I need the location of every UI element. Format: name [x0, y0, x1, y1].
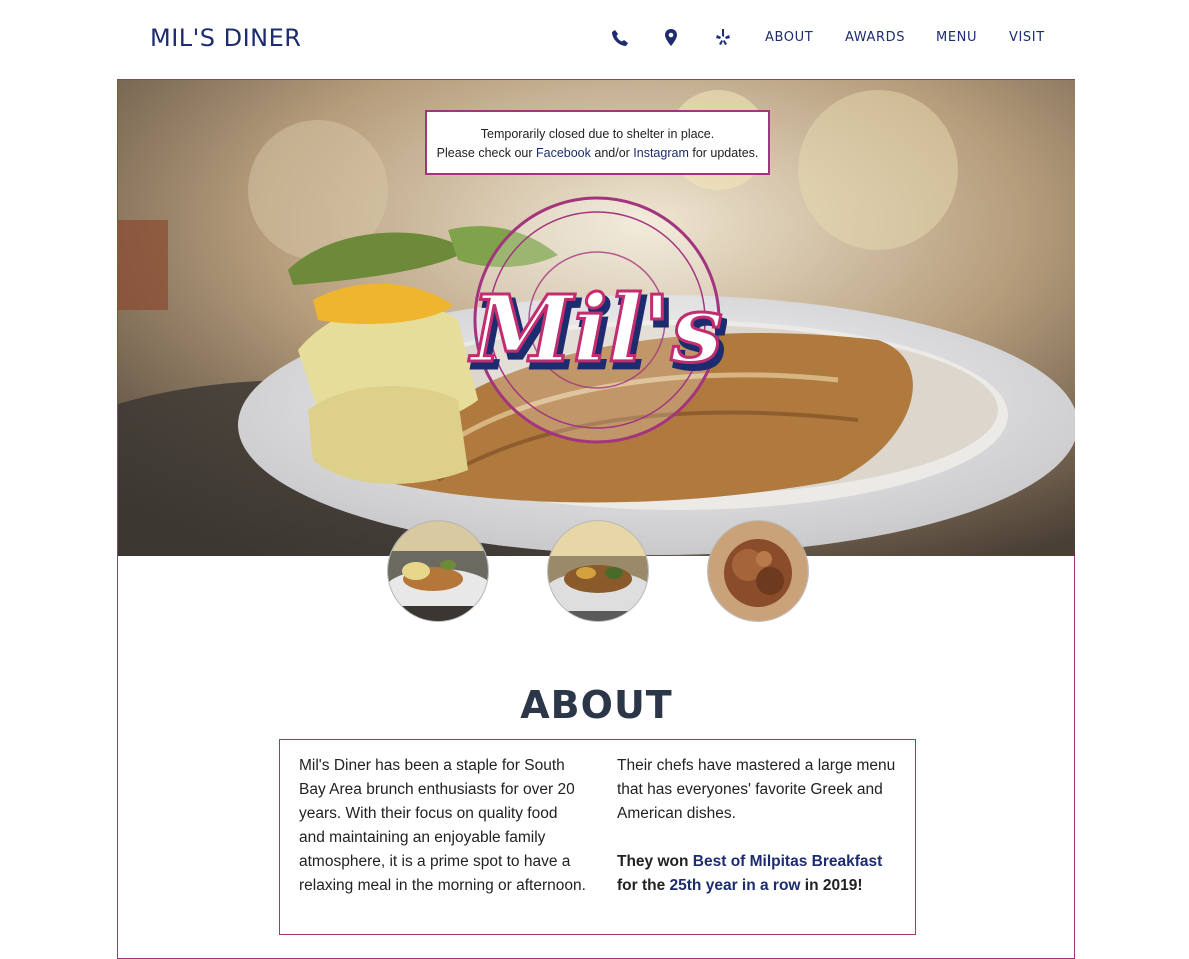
about-column-2: Their chefs have mastered a large menu t… [617, 754, 902, 898]
gallery-thumb-2[interactable] [547, 520, 649, 622]
yelp-icon[interactable] [713, 28, 733, 48]
nav-awards[interactable]: AWARDS [845, 30, 905, 45]
hero-image: Mil's Mil's Temporarily closed due to sh… [118, 80, 1075, 556]
25th-year-link[interactable]: 25th year in a row [670, 877, 801, 894]
content-frame: Mil's Mil's Temporarily closed due to sh… [117, 79, 1075, 959]
about-heading: ABOUT [520, 683, 673, 727]
about-paragraph-2: Their chefs have mastered a large menu t… [617, 757, 896, 822]
notice-line-1: Temporarily closed due to shelter in pla… [480, 127, 715, 141]
nav-visit[interactable]: VISIT [1009, 30, 1045, 45]
notice-line-2: Please check our Facebook and/or Instagr… [436, 146, 759, 160]
best-of-milpitas-link[interactable]: Best of Milpitas Breakfast [693, 853, 883, 870]
svg-text:Mil's: Mil's [468, 275, 723, 383]
closure-notice: Temporarily closed due to shelter in pla… [425, 110, 770, 175]
nav-menu[interactable]: MENU [936, 30, 977, 45]
about-box: Mil's Diner has been a staple for South … [279, 739, 916, 935]
gallery-thumb-3[interactable] [707, 520, 809, 622]
site-brand[interactable]: MIL'S DINER [150, 24, 301, 52]
facebook-link[interactable]: Facebook [536, 146, 591, 160]
about-paragraph-1: Mil's Diner has been a staple for South … [299, 757, 586, 894]
award-statement: They won Best of Milpitas Breakfast for … [617, 853, 883, 894]
phone-icon[interactable] [610, 28, 630, 48]
instagram-link[interactable]: Instagram [633, 146, 689, 160]
map-pin-icon[interactable] [661, 28, 681, 48]
nav-about[interactable]: ABOUT [765, 30, 813, 45]
gallery-thumb-1[interactable] [387, 520, 489, 622]
mils-logo: Mil's Mil's [467, 196, 727, 444]
